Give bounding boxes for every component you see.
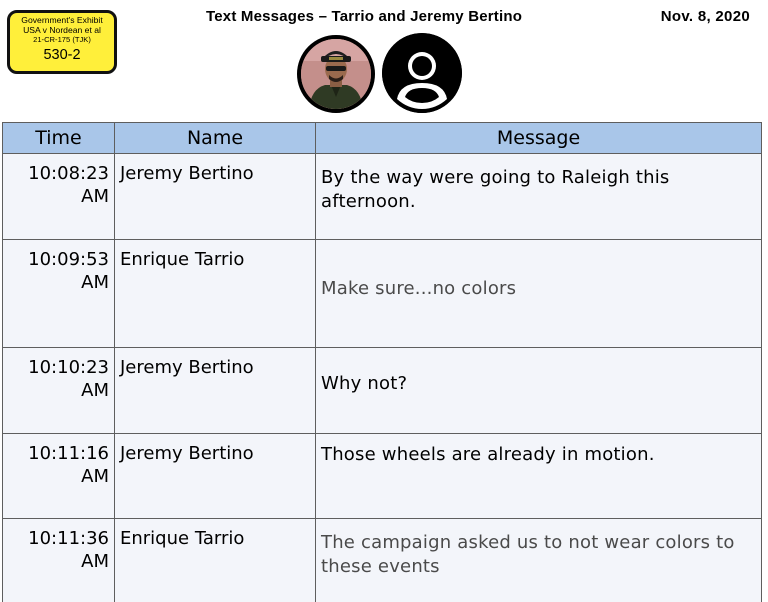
table-row: 10:11:36 AM Enrique Tarrio The campaign a…	[2, 518, 762, 602]
column-header-name: Name	[114, 122, 316, 154]
user-icon	[382, 33, 462, 113]
time-value: 10:10:23	[28, 357, 109, 378]
case-name: USA v Nordean et al	[23, 24, 101, 35]
messages-table: Time Name Message 10:08:23 AM Jeremy Bert…	[2, 122, 762, 602]
time-value: 10:11:36	[28, 528, 109, 549]
message-text: Make sure...no colors	[315, 239, 762, 348]
sender-name: Enrique Tarrio	[114, 518, 316, 602]
message-text: The campaign asked us to not wear colors…	[315, 518, 762, 602]
time-value: 10:09:53	[28, 249, 109, 270]
time-value: 10:11:16	[28, 443, 109, 464]
column-header-message: Message	[315, 122, 762, 154]
message-text: By the way were going to Raleigh this af…	[315, 153, 762, 240]
table-row: 10:10:23 AM Jeremy Bertino Why not?	[2, 347, 762, 434]
message-text: Why not?	[315, 347, 762, 434]
exhibit-sticker: Government's Exhibit USA v Nordean et al…	[7, 10, 117, 74]
avatar	[297, 35, 375, 113]
message-time: 10:11:16 AM	[2, 433, 115, 519]
message-time: 10:08:23 AM	[2, 153, 115, 240]
table-row: 10:11:16 AM Jeremy Bertino Those wheels a…	[2, 433, 762, 519]
time-period: AM	[81, 186, 109, 207]
time-period: AM	[81, 466, 109, 487]
document-title: Text Messages – Tarrio and Jeremy Bertin…	[206, 8, 523, 25]
sender-name: Enrique Tarrio	[114, 239, 316, 348]
table-header-row: Time Name Message	[2, 122, 762, 154]
time-period: AM	[81, 272, 109, 293]
person-photo-icon	[301, 39, 371, 109]
sender-name: Jeremy Bertino	[114, 347, 316, 434]
sender-name: Jeremy Bertino	[114, 433, 316, 519]
table-row: 10:08:23 AM Jeremy Bertino By the way wer…	[2, 153, 762, 240]
message-time: 10:11:36 AM	[2, 518, 115, 602]
sender-name: Jeremy Bertino	[114, 153, 316, 240]
document-date: Nov. 8, 2020	[660, 8, 750, 25]
time-period: AM	[81, 380, 109, 401]
message-time: 10:10:23 AM	[2, 347, 115, 434]
message-time: 10:09:53 AM	[2, 239, 115, 348]
column-header-time: Time	[2, 122, 115, 154]
case-number: 21-CR-175 (TJK)	[33, 35, 91, 44]
message-text: Those wheels are already in motion.	[315, 433, 762, 519]
time-value: 10:08:23	[28, 163, 109, 184]
avatar	[382, 33, 462, 113]
exhibit-number: 530-2	[43, 47, 81, 63]
time-period: AM	[81, 551, 109, 572]
table-row: 10:09:53 AM Enrique Tarrio Make sure...no…	[2, 239, 762, 348]
